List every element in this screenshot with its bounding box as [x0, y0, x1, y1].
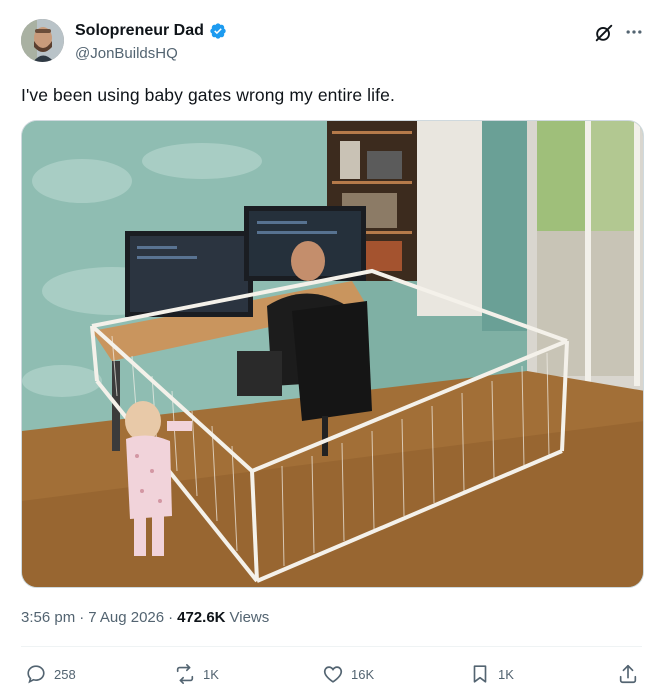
views-count: 472.6K: [177, 609, 226, 626]
author-name-row[interactable]: Solopreneur Dad: [75, 22, 227, 40]
avatar[interactable]: [21, 19, 64, 62]
photo-illustration: [22, 121, 643, 587]
repost-count: 1K: [203, 666, 219, 682]
bookmark-icon: [473, 665, 487, 683]
tweet-text: I've been using baby gates wrong my enti…: [21, 85, 395, 105]
author-handle[interactable]: @JonBuildsHQ: [75, 45, 178, 62]
like-count: 16K: [351, 666, 375, 682]
reply-count: 258: [54, 666, 76, 682]
share-icon: [619, 664, 637, 684]
bookmark-count: 1K: [498, 666, 514, 682]
meta-separator: ·: [79, 609, 85, 626]
author-display-name[interactable]: Solopreneur Dad: [75, 22, 204, 40]
tweet-date[interactable]: 7 Aug 2026: [88, 609, 164, 626]
bookmark-button[interactable]: 1K: [469, 663, 514, 685]
tweet-time[interactable]: 3:56 pm: [21, 609, 75, 626]
tweet-photo[interactable]: [21, 120, 644, 588]
repost-icon: [176, 664, 194, 684]
grok-icon[interactable]: [593, 22, 615, 44]
more-icon[interactable]: [624, 22, 644, 42]
actions-divider: [21, 646, 642, 647]
verified-badge-icon: [209, 22, 227, 40]
share-button[interactable]: [617, 663, 639, 685]
meta-separator: ·: [168, 609, 174, 626]
like-icon: [323, 666, 343, 683]
reply-button[interactable]: 258: [25, 663, 76, 685]
like-button[interactable]: 16K: [322, 663, 374, 685]
views-label: Views: [229, 609, 270, 626]
reply-icon: [27, 665, 45, 684]
tweet-meta: 3:56 pm · 7 Aug 2026 · 472.6K Views: [21, 609, 269, 626]
avatar-image: [21, 19, 64, 62]
repost-button[interactable]: 1K: [174, 663, 219, 685]
